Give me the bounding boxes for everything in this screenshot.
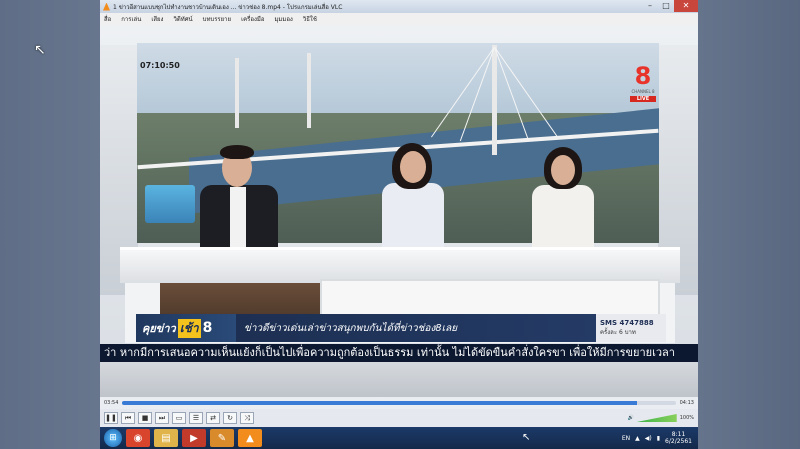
news-ticker: ว่า หากมีการเสนอความเห็นแย้งก็เป็นไปเพื่… (100, 344, 698, 362)
extended-settings-button[interactable]: ⇄ (206, 412, 220, 424)
sms-price: ครั้งละ 6 บาท (600, 329, 636, 336)
menu-audio[interactable]: เสียง (151, 14, 163, 24)
video-area[interactable]: 07:10:50 8 CHANNEL 8 LIVE คุยข่าว เช้า 8… (100, 25, 698, 397)
time-overlay: 07:10:50 (140, 61, 180, 70)
vlc-cone-icon (103, 2, 110, 11)
window-title: 1 ข่าวอีสานแบบชุกไปทำงานชาวบ้านเดินเอง .… (113, 3, 343, 11)
menu-tools[interactable]: เครื่องมือ (241, 14, 264, 24)
bridge-pylon (235, 58, 239, 128)
start-button[interactable]: ⊞ (104, 429, 122, 447)
volume-tray-icon[interactable]: ◀) (645, 435, 652, 442)
taskbar-explorer-icon[interactable]: ▤ (154, 429, 178, 447)
anchor-male (198, 145, 278, 255)
lower-third: คุยข่าว เช้า 8 ข่าวดีข่าวเด่นเล่าข่าวสนุ… (136, 314, 666, 342)
seek-bar[interactable] (122, 401, 676, 405)
taskbar-paint-icon[interactable]: ✎ (210, 429, 234, 447)
language-indicator[interactable]: EN (622, 435, 630, 442)
menu-view[interactable]: มุมมอง (274, 14, 292, 24)
volume-control[interactable]: 🔊 100% (627, 414, 694, 422)
maximize-button[interactable]: □ (658, 0, 674, 12)
next-button[interactable]: ⏭ (155, 412, 169, 424)
elapsed-time: 03:54 (104, 400, 119, 406)
network-icon[interactable]: ▮ (657, 435, 660, 442)
channel-logo: 8 CHANNEL 8 LIVE (630, 62, 656, 102)
channel-8-logo-icon: 8 (634, 62, 652, 90)
minimize-button[interactable]: – (642, 0, 658, 12)
anchor-female-center (378, 143, 448, 255)
show-logo: คุยข่าว เช้า 8 (136, 314, 236, 342)
news-desk (120, 247, 680, 283)
vlc-window: 1 ข่าวอีสานแบบชุกไปทำงานชาวบ้านเดินเอง .… (100, 0, 698, 449)
live-badge: LIVE (630, 96, 656, 102)
previous-button[interactable]: ⏮ (121, 412, 135, 424)
stop-button[interactable]: ■ (138, 412, 152, 424)
loop-button[interactable]: ↻ (223, 412, 237, 424)
total-time: 04:13 (679, 400, 694, 406)
tray-arrow-icon[interactable]: ▲ (635, 435, 640, 442)
anchor-female-right (528, 147, 598, 255)
menu-media[interactable]: สื่อ (104, 14, 111, 24)
pause-button[interactable]: ❚❚ (104, 412, 118, 424)
seek-row: 03:54 04:13 (100, 397, 698, 409)
system-tray: EN ▲ ◀) ▮ 8:11 6/2/2561 (622, 431, 698, 445)
headline-text: ข่าวดีข่าวเด่นเล่าข่าวสนุกพบกันได้ที่ข่า… (236, 314, 596, 342)
clock[interactable]: 8:11 6/2/2561 (665, 431, 692, 445)
volume-label: 100% (679, 415, 694, 421)
menu-video[interactable]: วิดีทัศน์ (174, 14, 193, 24)
close-button[interactable]: ✕ (674, 0, 698, 12)
taskbar-vlc-icon[interactable]: ▲ (238, 429, 262, 447)
taskbar-media-icon[interactable]: ▶ (182, 429, 206, 447)
title-bar[interactable]: 1 ข่าวอีสานแบบชุกไปทำงานชาวบ้านเดินเอง .… (100, 0, 698, 13)
fullscreen-button[interactable]: ▭ (172, 412, 186, 424)
sms-number: SMS 4747888 (600, 319, 654, 327)
taskbar-chrome-icon[interactable]: ◉ (126, 429, 150, 447)
sms-box: SMS 4747888 ครั้งละ 6 บาท (596, 314, 666, 342)
playlist-button[interactable]: ☰ (189, 412, 203, 424)
mouse-cursor-icon: ↖ (522, 432, 531, 443)
bridge-pylon (492, 45, 497, 155)
seek-progress (122, 401, 637, 405)
desk-props (145, 185, 195, 223)
control-bar: ❚❚ ⏮ ■ ⏭ ▭ ☰ ⇄ ↻ ⤨ 🔊 100% (100, 409, 698, 427)
menu-help[interactable]: วิธีใช้ (303, 14, 317, 24)
menu-bar: สื่อ การเล่น เสียง วิดีทัศน์ บทบรรยาย เค… (100, 13, 698, 25)
volume-slider[interactable] (636, 414, 677, 422)
bridge-pylon (307, 53, 311, 128)
mouse-cursor-icon: ↖ (34, 42, 46, 58)
speaker-icon: 🔊 (627, 415, 634, 421)
taskbar: ⊞ ◉ ▤ ▶ ✎ ▲ EN ▲ ◀) ▮ 8:11 6/2/2561 (100, 427, 698, 449)
menu-playback[interactable]: การเล่น (121, 14, 141, 24)
shuffle-button[interactable]: ⤨ (240, 412, 254, 424)
menu-subtitle[interactable]: บทบรรยาย (203, 14, 231, 24)
